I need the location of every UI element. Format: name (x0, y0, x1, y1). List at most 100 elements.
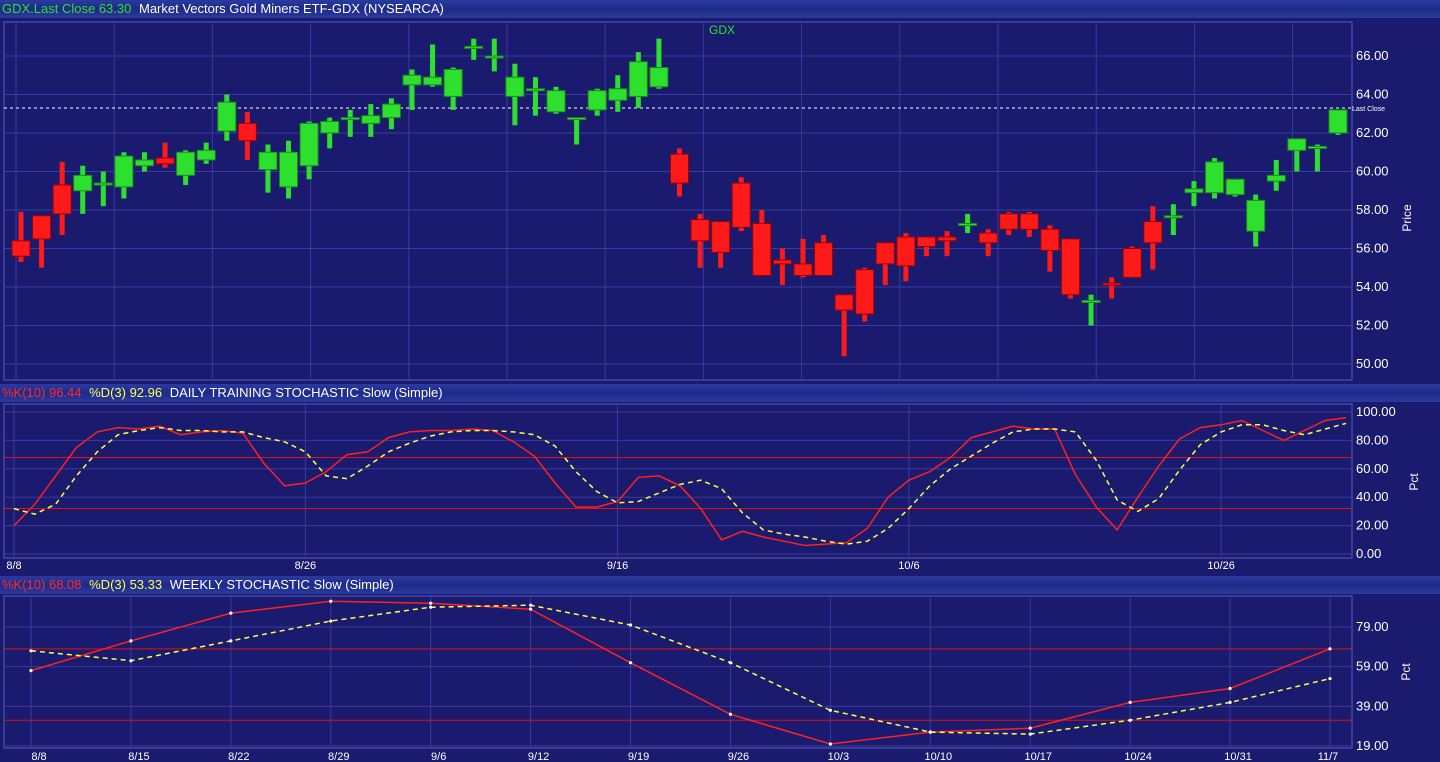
price-tick-label: 56.00 (1356, 241, 1389, 256)
daily-x-tick-label: 9/16 (607, 560, 628, 572)
daily-stochastic-pane[interactable]: 0.00 20.00 40.00 60.00 80.00 100.00 8/8 8/26 9/1… (0, 402, 1440, 576)
candle-body (937, 236, 957, 242)
candle-body (402, 74, 422, 86)
candle (1205, 158, 1225, 199)
weekly-point (1328, 676, 1332, 681)
price-tick-label: 54.00 (1356, 279, 1389, 294)
candle (875, 242, 895, 286)
candle-body (1307, 145, 1327, 149)
candle (52, 161, 72, 236)
weekly-x-tick-label: 10/24 (1124, 751, 1152, 762)
candle (279, 140, 299, 199)
weekly-x-tick-label: 8/15 (128, 751, 149, 762)
candle (1040, 225, 1060, 272)
daily-tick-label: 80.00 (1356, 432, 1389, 447)
candle (484, 38, 504, 72)
weekly-point (628, 661, 633, 665)
weekly-point (728, 661, 733, 665)
candle (443, 67, 463, 110)
price-tick-label: 66.00 (1356, 48, 1389, 63)
daily-stochastic-chart[interactable]: 0.00 20.00 40.00 60.00 80.00 100.00 8/8 8/26 9/1… (0, 402, 1440, 576)
candle-body (11, 240, 31, 257)
candle (1060, 238, 1080, 299)
candle (464, 38, 484, 60)
candle (32, 215, 52, 268)
daily-tick-label: 60.00 (1356, 461, 1389, 476)
candle (690, 213, 710, 268)
weekly-x-tick-label: 10/3 (828, 751, 849, 762)
weekly-x-tick-label: 11/7 (1318, 751, 1339, 762)
daily-title: DAILY TRAINING STOCHASTIC Slow (Simple) (169, 385, 443, 400)
weekly-x-tick-label: 9/6 (431, 751, 446, 762)
candle-body (1040, 228, 1060, 251)
price-symbol-label: GDX.Last Close 63.30 (2, 1, 132, 16)
candle-body (464, 45, 484, 49)
weekly-title: WEEKLY STOCHASTIC Slow (Simple) (169, 577, 394, 592)
candle (587, 88, 607, 116)
candle (134, 152, 154, 172)
candle-body (258, 151, 278, 171)
price-chart[interactable]: 50.00 52.00 54.00 56.00 58.00 60.00 62.00 64.00… (0, 18, 1440, 384)
weekly-point (229, 611, 233, 615)
candle-body (52, 184, 72, 215)
candle-body (1328, 109, 1348, 134)
weekly-tick-label: 79.00 (1356, 619, 1389, 634)
weekly-point (429, 605, 433, 609)
candle-body (134, 159, 154, 167)
candle-body (628, 61, 648, 97)
candle-body (484, 55, 504, 59)
daily-stochastic-header: %K(10) 96.44 %D(3) 92.96 DAILY TRAINING … (0, 384, 1440, 402)
candle-body (608, 88, 628, 101)
weekly-point (1128, 700, 1132, 704)
candle (217, 94, 237, 141)
weekly-point (429, 601, 433, 605)
candle-body (1143, 221, 1163, 244)
weekly-d-label: %D(3) 53.33 (89, 577, 163, 592)
candle (1102, 277, 1122, 299)
price-tick-label: 58.00 (1356, 202, 1389, 217)
candle-body (1225, 178, 1245, 196)
candle-body (1081, 299, 1101, 303)
weekly-stochastic-chart[interactable]: 19.00 39.00 59.00 79.00 8/8 8/15 8/22 8/29 9/6 9/… (0, 594, 1440, 762)
weekly-point (329, 599, 333, 603)
candle-body (978, 232, 998, 244)
candle (1019, 211, 1039, 237)
candle-body (73, 174, 93, 192)
candle (752, 210, 772, 276)
candle (402, 69, 422, 110)
candle (505, 63, 525, 126)
weekly-axis-title: Pct (1399, 663, 1413, 681)
weekly-point (928, 730, 932, 734)
daily-tick-label: 100.00 (1356, 404, 1396, 419)
daily-x-tick-label: 8/26 (295, 560, 316, 572)
daily-d-label: %D(3) 92.96 (89, 385, 163, 400)
candle (1266, 159, 1286, 191)
price-tick-label: 62.00 (1356, 125, 1389, 140)
daily-x-tick-label: 10/6 (898, 560, 919, 572)
candle (978, 229, 998, 257)
weekly-plot-frame (3, 595, 1353, 749)
candle-body (1266, 174, 1286, 182)
daily-tick-label: 20.00 (1356, 518, 1389, 533)
candle (114, 152, 134, 199)
price-tick-label: 50.00 (1356, 356, 1389, 371)
candle-body (1122, 248, 1142, 278)
weekly-point (329, 619, 333, 623)
candle-body (875, 242, 895, 265)
candle (237, 111, 257, 160)
candle (670, 148, 689, 197)
price-tick-label: 52.00 (1356, 318, 1389, 333)
candle-body (999, 213, 1019, 230)
candle-body (814, 242, 834, 276)
weekly-tick-label: 39.00 (1356, 698, 1389, 713)
weekly-point (29, 669, 33, 673)
weekly-stochastic-pane[interactable]: 19.00 39.00 59.00 79.00 8/8 8/15 8/22 8/29 9/6 9/… (0, 594, 1440, 762)
weekly-x-tick-label: 10/31 (1224, 751, 1252, 762)
daily-axis-title: Pct (1407, 473, 1421, 491)
candle-body (1184, 188, 1204, 194)
weekly-point (628, 623, 633, 627)
price-pane[interactable]: 50.00 52.00 54.00 56.00 58.00 60.00 62.00 64.00… (0, 18, 1440, 384)
weekly-x-tick-label: 9/26 (728, 751, 749, 762)
daily-tick-label: 0.00 (1356, 546, 1381, 561)
candle (649, 38, 669, 89)
